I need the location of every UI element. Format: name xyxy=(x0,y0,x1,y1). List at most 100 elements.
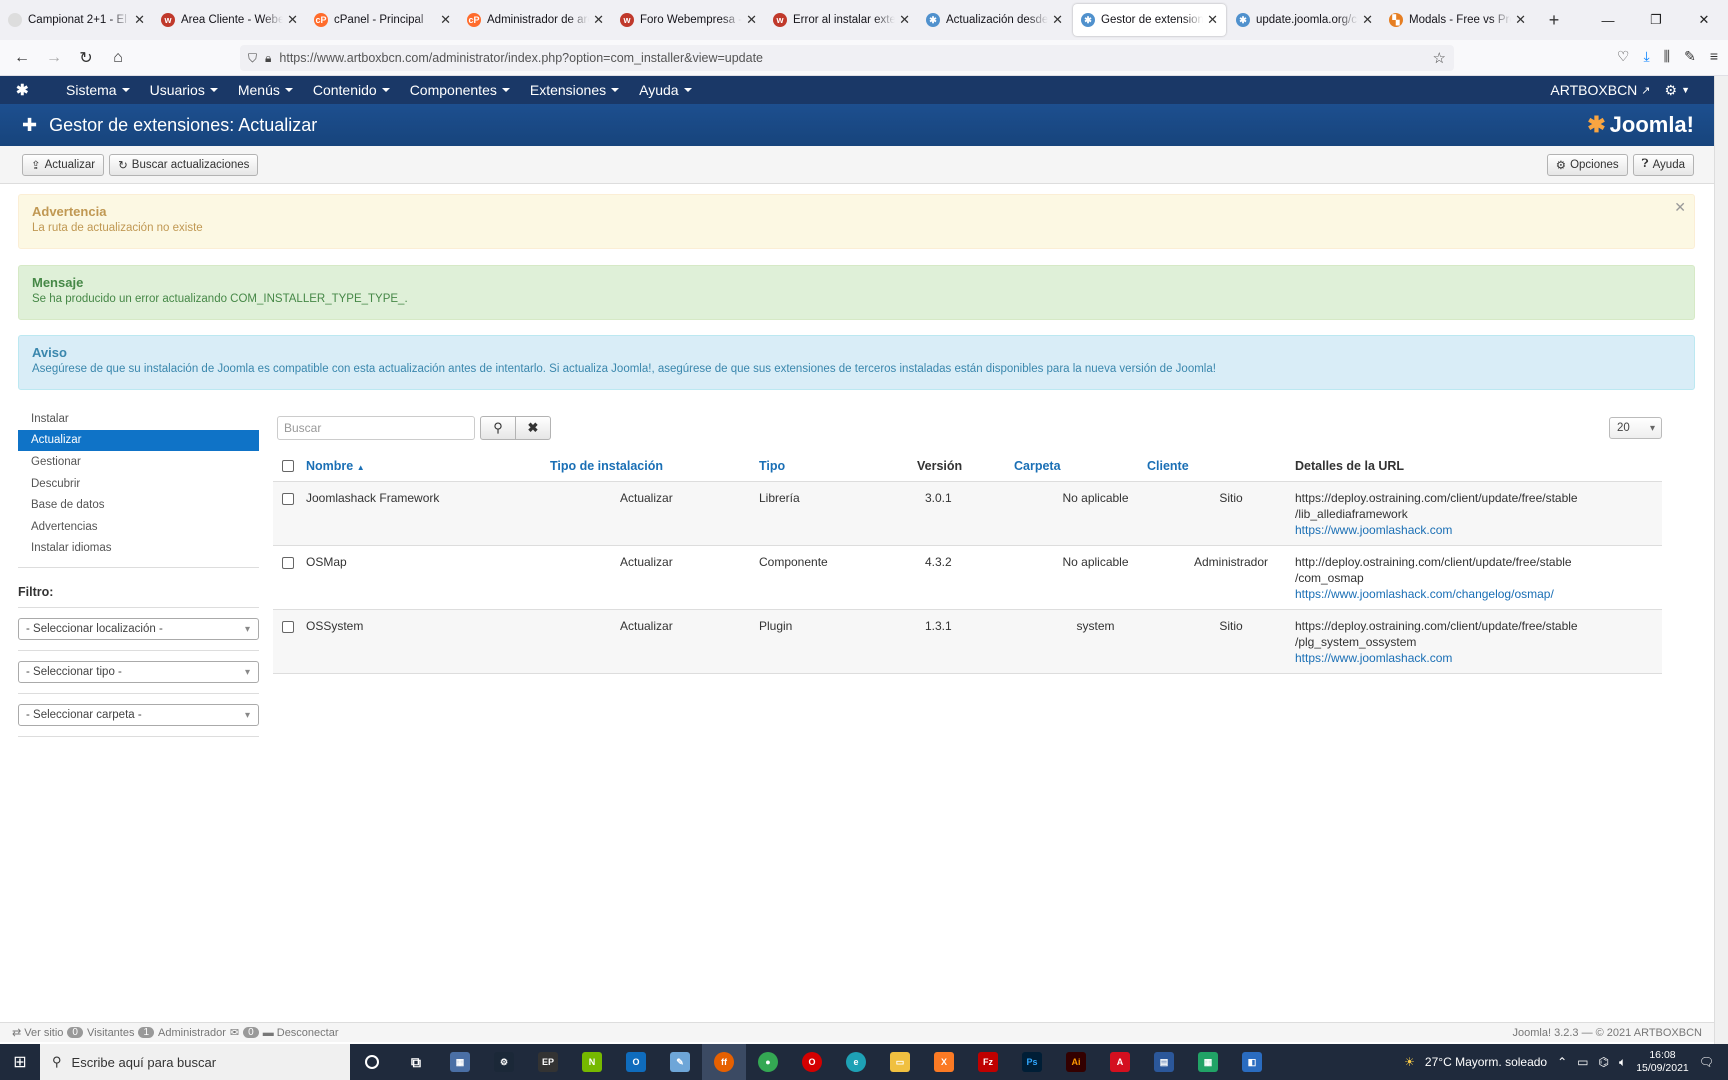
th-tipo[interactable]: Tipo xyxy=(759,451,917,482)
tab-6[interactable]: ✱ Actualización desde la✕ xyxy=(918,0,1071,40)
volume-icon[interactable]: 🔈︎ xyxy=(1619,1055,1626,1070)
notifications-icon[interactable]: 🗨︎ xyxy=(1699,1055,1714,1069)
tab-3[interactable]: cP Administrador de archivos ✕ xyxy=(459,0,612,40)
reload-icon[interactable]: ↻ xyxy=(70,48,102,68)
sidebar-item-2[interactable]: Gestionar xyxy=(18,451,259,473)
row-checkbox[interactable] xyxy=(282,556,294,569)
forward-icon[interactable]: → xyxy=(38,49,70,67)
close-tab-icon[interactable]: ✕ xyxy=(287,12,298,28)
clock[interactable]: 16:08 15/09/2021 xyxy=(1636,1049,1689,1075)
list-limit-select[interactable]: 20 xyxy=(1609,417,1662,439)
nvidia-icon[interactable]: N xyxy=(570,1044,614,1080)
filter-location-select[interactable]: - Seleccionar localización - xyxy=(18,618,259,641)
vertical-scrollbar[interactable] xyxy=(1714,76,1728,1044)
chrome-icon[interactable]: ● xyxy=(746,1044,790,1080)
options-button[interactable]: ⚙ Opciones xyxy=(1546,153,1628,176)
tab-2[interactable]: cP cPanel - Principal ✕ xyxy=(306,0,459,40)
sidebar-item-6[interactable]: Instalar idiomas xyxy=(18,538,259,560)
tab-0[interactable]: Campionat 2+1 - El meu ✕ xyxy=(0,0,153,40)
laptop-icon[interactable]: ▭ xyxy=(1577,1055,1588,1069)
tab-5[interactable]: w Error al instalar extensión✕ xyxy=(765,0,918,40)
tab-8[interactable]: ✱ update.joomla.org/core ✕ xyxy=(1228,0,1381,40)
sidebar-item-1[interactable]: Actualizar xyxy=(18,429,259,452)
sheets-icon[interactable]: ▦ xyxy=(1186,1044,1230,1080)
close-tab-icon[interactable]: ✕ xyxy=(1052,12,1063,28)
menu-ayuda[interactable]: Ayuda xyxy=(639,82,691,98)
opera-icon[interactable]: O xyxy=(790,1044,834,1080)
close-tab-icon[interactable]: ✕ xyxy=(746,12,757,28)
cortana-icon[interactable] xyxy=(350,1044,394,1080)
downloads-icon[interactable]: ⤓ xyxy=(1643,48,1649,65)
pocket-icon[interactable]: ♡ xyxy=(1617,48,1630,65)
close-tab-icon[interactable]: ✕ xyxy=(1362,12,1373,28)
check-all-checkbox[interactable] xyxy=(282,459,294,472)
close-tab-icon[interactable]: ✕ xyxy=(1207,12,1218,28)
site-link[interactable]: ARTBOXBCN ↗ xyxy=(1550,82,1650,98)
url-bar[interactable]: ⛉ 🔒︎ https://www.artboxbcn.com/administr… xyxy=(240,45,1454,71)
update-button[interactable]: ⇪ Actualizar xyxy=(22,153,105,176)
outlook-icon[interactable]: O xyxy=(614,1044,658,1080)
acrobat-icon[interactable]: A xyxy=(1098,1044,1142,1080)
logout-link[interactable]: ▬ Desconectar xyxy=(263,1027,339,1039)
app-window-icon[interactable]: ◧ xyxy=(1230,1044,1274,1080)
menu-menús[interactable]: Menús xyxy=(238,82,293,98)
illustrator-icon[interactable]: Ai xyxy=(1054,1044,1098,1080)
word-doc-icon[interactable]: ▤ xyxy=(1142,1044,1186,1080)
info-link[interactable]: https://www.joomlashack.com/changelog/os… xyxy=(1295,587,1554,601)
task-view-icon[interactable]: ⧉ xyxy=(394,1044,438,1080)
network-icon[interactable]: ⌬ xyxy=(1599,1055,1609,1069)
info-link[interactable]: https://www.joomlashack.com xyxy=(1295,651,1452,665)
filter-type-select[interactable]: - Seleccionar tipo - xyxy=(18,661,259,684)
firefox-icon[interactable]: ff xyxy=(702,1044,746,1080)
info-link[interactable]: https://www.joomlashack.com xyxy=(1295,523,1452,537)
menu-icon[interactable]: ≡ xyxy=(1710,48,1718,65)
minimize-icon[interactable]: — xyxy=(1584,0,1632,40)
search-button[interactable]: ⚲ xyxy=(480,416,516,440)
back-icon[interactable]: ← xyxy=(6,49,38,67)
find-updates-button[interactable]: ↻ Buscar actualizaciones xyxy=(109,153,259,176)
menu-usuarios[interactable]: Usuarios xyxy=(150,82,218,98)
edge-icon[interactable]: e xyxy=(834,1044,878,1080)
close-tab-icon[interactable]: ✕ xyxy=(1515,12,1526,28)
taskbar-search[interactable]: ⚲ Escribe aquí para buscar xyxy=(40,1044,350,1080)
file-explorer-icon[interactable]: ▭ xyxy=(878,1044,922,1080)
clear-search-button[interactable]: ✖ xyxy=(515,416,551,440)
tab-7[interactable]: ✱ Gestor de extensiones✕ xyxy=(1073,4,1226,36)
menu-extensiones[interactable]: Extensiones xyxy=(530,82,619,98)
filezilla-icon[interactable]: Fz xyxy=(966,1044,1010,1080)
epic-games-icon[interactable]: EP xyxy=(526,1044,570,1080)
close-tab-icon[interactable]: ✕ xyxy=(593,12,604,28)
menu-componentes[interactable]: Componentes xyxy=(410,82,510,98)
joomla-logo-icon[interactable]: ✱ xyxy=(16,81,46,99)
th-tipo-instalacion[interactable]: Tipo de instalación xyxy=(550,451,759,482)
close-tab-icon[interactable]: ✕ xyxy=(899,12,910,28)
view-site-link[interactable]: ⇄ Ver sitio xyxy=(12,1026,63,1039)
photoshop-icon[interactable]: Ps xyxy=(1010,1044,1054,1080)
home-icon[interactable]: ⌂ xyxy=(102,49,134,67)
th-nombre[interactable]: Nombre ▲ xyxy=(306,451,550,482)
sidebar-item-5[interactable]: Advertencias xyxy=(18,516,259,538)
sidebar-item-0[interactable]: Instalar xyxy=(18,408,259,430)
tab-9[interactable]: ▚ Modals - Free vs Pro ✕ xyxy=(1381,0,1534,40)
sidebar-item-4[interactable]: Base de datos xyxy=(18,494,259,516)
notepad-icon[interactable]: ✎ xyxy=(658,1044,702,1080)
help-button[interactable]: ❓︎ Ayuda xyxy=(1632,153,1694,176)
new-tab-button[interactable]: + xyxy=(1534,0,1574,40)
sidebar-item-3[interactable]: Descubrir xyxy=(18,473,259,495)
xampp-icon[interactable]: X xyxy=(922,1044,966,1080)
tray-chevron-icon[interactable]: ⌃ xyxy=(1557,1055,1567,1069)
steam-icon[interactable]: ⚙ xyxy=(482,1044,526,1080)
menu-contenido[interactable]: Contenido xyxy=(313,82,390,98)
lock-icon[interactable]: 🔒︎ xyxy=(265,51,271,66)
user-menu-button[interactable]: ⚙ ▼ xyxy=(1665,82,1690,99)
th-carpeta[interactable]: Carpeta xyxy=(1014,451,1147,482)
shield-icon[interactable]: ⛉ xyxy=(248,51,257,66)
tab-4[interactable]: w Foro Webempresa - Foro✕ xyxy=(612,0,765,40)
tab-1[interactable]: w Área Cliente - Webempresa✕ xyxy=(153,0,306,40)
row-checkbox[interactable] xyxy=(282,492,294,505)
search-input[interactable]: Buscar xyxy=(277,416,475,440)
close-tab-icon[interactable]: ✕ xyxy=(440,12,451,28)
close-window-icon[interactable]: ✕ xyxy=(1680,0,1728,40)
close-icon[interactable]: ✕ xyxy=(1674,199,1686,216)
filter-folder-select[interactable]: - Seleccionar carpeta - xyxy=(18,704,259,727)
